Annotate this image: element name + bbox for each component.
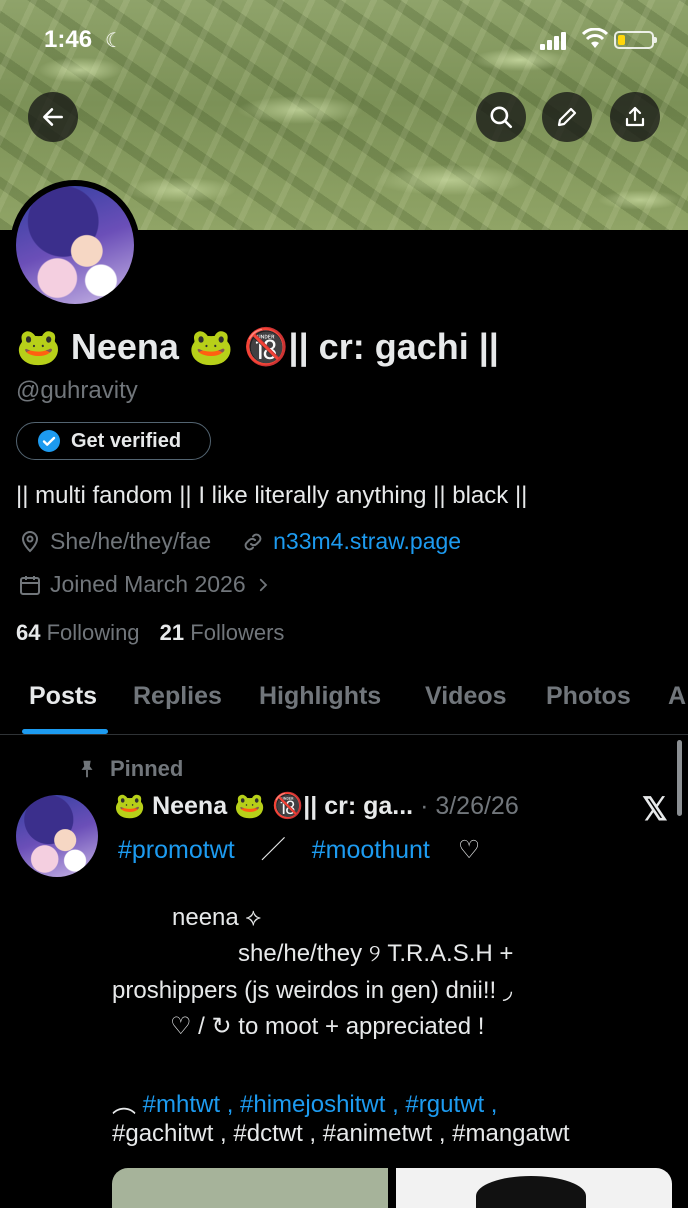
tab-videos[interactable]: Videos [425,682,507,711]
pin-icon [81,760,93,778]
search-icon [490,106,513,129]
get-verified-button[interactable]: Get verified [16,422,211,460]
followers-label: Followers [190,620,285,645]
post-date: · 3/26/26 [420,792,519,820]
following-count: 64 [16,620,41,645]
get-verified-label: Get verified [71,429,182,452]
profile-meta-row: She/he/they/fae n33m4.straw.page [18,528,461,555]
signal-icon [540,32,570,50]
post-line-3: proshippers (js weirdos in gen) dnii!! ◞ [112,977,513,1004]
wifi-icon [582,28,608,48]
post-avatar[interactable] [16,795,98,877]
tab-photos[interactable]: Photos [546,682,631,711]
followers-link[interactable]: 21 Followers [160,620,285,645]
active-tab-indicator [22,729,108,734]
post-line-5-prefix: ︵ [112,1091,136,1118]
heart-glyph: ♡ [457,836,481,864]
edit-button[interactable] [542,92,592,142]
pencil-icon [557,107,577,127]
back-arrow-icon [43,108,63,126]
following-label: Following [46,620,140,645]
chevron-right-icon [259,578,267,591]
profile-name: 🐸 Neena 🐸 🔞|| cr: gachi || [16,326,499,367]
separator: ／ [260,836,286,864]
media-shape [476,1176,586,1208]
tab-highlights[interactable]: Highlights [259,682,381,711]
x-logo-icon[interactable]: 𝕏 [642,790,668,828]
joined-text: Joined March 2026 [50,571,246,597]
profile-avatar[interactable] [10,180,140,310]
scrollbar[interactable] [677,740,682,816]
joined-row[interactable]: Joined March 2026 [18,571,272,598]
post-hashtags-1[interactable]: #mhtwt , #himejoshitwt , #rgutwt , [143,1091,498,1118]
status-bar: 1:46 ☾ [0,26,688,56]
avatar-image [16,186,134,304]
post-media-1[interactable] [112,1168,388,1208]
followers-count: 21 [159,620,185,645]
post-header[interactable]: 🐸 Neena 🐸 🔞|| cr: ga... · 3/26/26 [114,792,519,821]
profile-handle: @guhravity [16,377,138,404]
search-button[interactable] [476,92,526,142]
post-media-2[interactable] [396,1168,672,1208]
post-hashtags-2[interactable]: #gachitwt , #dctwt , #animetwt , #mangat… [112,1120,570,1148]
hashtag-promotwt[interactable]: #promotwt [118,836,235,864]
post-line-5: ︵ #mhtwt , #himejoshitwt , #rgutwt , [112,1084,497,1119]
back-button[interactable] [28,92,78,142]
follow-counts: 64 Following 21 Followers [16,620,284,646]
pinned-indicator: Pinned [76,756,183,782]
post-line-2: she/he/they ୨ T.R.A.S.H + [238,940,514,967]
website-link[interactable]: n33m4.straw.page [273,528,461,555]
post-line-4: ♡ / ↻ to moot + appreciated ! [170,1013,485,1040]
profile-tabs: Posts Replies Highlights Videos Photos A [0,672,688,735]
tab-replies[interactable]: Replies [133,682,222,711]
post-author: 🐸 Neena 🐸 🔞|| cr: ga... [114,792,414,820]
tab-articles[interactable]: A [668,682,686,711]
location-pin-icon [21,530,39,552]
share-button[interactable] [610,92,660,142]
pronouns-text: She/he/they/fae [50,528,212,554]
calendar-icon [20,575,40,595]
profile-bio: || multi fandom || I like literally anyt… [16,482,528,509]
verified-badge-icon [38,430,60,452]
battery-icon [614,31,657,49]
status-time: 1:46 [44,26,93,53]
post-line-1: neena ⟡ [172,904,262,931]
pinned-label: Pinned [110,756,184,781]
moon-icon: ☾ [105,30,123,52]
post-tags-line: #promotwt ／ #moothunt ♡ [118,830,480,866]
tab-posts[interactable]: Posts [29,682,97,711]
following-link[interactable]: 64 Following [16,620,140,645]
hashtag-moothunt[interactable]: #moothunt [312,836,430,864]
link-icon [244,533,262,550]
share-icon [625,106,645,127]
